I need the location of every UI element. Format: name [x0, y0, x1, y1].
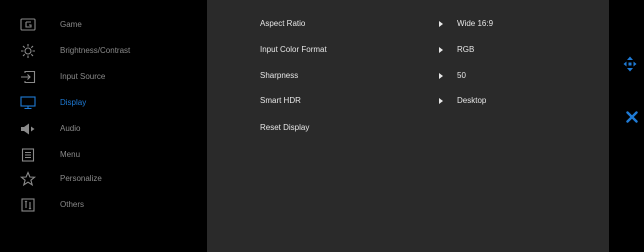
- setting-value: RGB: [457, 45, 475, 54]
- setting-reset-display[interactable]: Reset Display: [207, 116, 609, 140]
- menu-item-audio[interactable]: Audio: [0, 117, 207, 141]
- menu-item-label: Brightness/Contrast: [60, 46, 131, 55]
- setting-smart-hdr[interactable]: Smart HDR Desktop: [207, 89, 609, 113]
- chevron-right-icon: [439, 47, 443, 53]
- speaker-icon: [20, 121, 36, 137]
- navigate-icon[interactable]: [623, 56, 637, 72]
- menu-item-label: Menu: [60, 150, 81, 159]
- menu-item-others[interactable]: Others: [0, 193, 207, 217]
- setting-name: Reset Display: [260, 123, 310, 132]
- star-icon: [20, 171, 36, 187]
- menu-item-label: Input Source: [60, 72, 106, 81]
- game-icon: [20, 17, 36, 33]
- setting-name: Aspect Ratio: [260, 19, 306, 28]
- menu-item-input-source[interactable]: Input Source: [0, 65, 207, 89]
- menu-item-label: Personalize: [60, 174, 102, 183]
- setting-input-color-format[interactable]: Input Color Format RGB: [207, 38, 609, 62]
- setting-name: Smart HDR: [260, 96, 301, 105]
- menu-item-menu[interactable]: Menu: [0, 143, 207, 167]
- menu-item-label: Audio: [60, 124, 81, 133]
- setting-name: Sharpness: [260, 71, 299, 80]
- chevron-right-icon: [439, 21, 443, 27]
- menu-icon: [20, 147, 36, 163]
- main-menu: Game Brightness/Contrast Input Source Di…: [0, 0, 207, 252]
- display-icon: [20, 95, 36, 111]
- setting-value: 50: [457, 71, 466, 80]
- chevron-right-icon: [439, 73, 443, 79]
- menu-item-label: Display: [60, 98, 87, 107]
- menu-item-game[interactable]: Game: [0, 13, 207, 37]
- display-settings-panel: Aspect Ratio Wide 16:9 Input Color Forma…: [207, 0, 609, 252]
- setting-value: Desktop: [457, 96, 487, 105]
- brightness-icon: [20, 43, 36, 59]
- setting-name: Input Color Format: [260, 45, 327, 54]
- setting-aspect-ratio[interactable]: Aspect Ratio Wide 16:9: [207, 12, 609, 36]
- menu-item-brightness-contrast[interactable]: Brightness/Contrast: [0, 39, 207, 63]
- close-icon[interactable]: [626, 110, 640, 124]
- setting-sharpness[interactable]: Sharpness 50: [207, 64, 609, 88]
- menu-item-label: Game: [60, 20, 82, 29]
- setting-value: Wide 16:9: [457, 19, 494, 28]
- others-icon: [20, 197, 36, 213]
- menu-item-display[interactable]: Display: [0, 91, 207, 115]
- input-source-icon: [20, 69, 36, 85]
- menu-item-personalize[interactable]: Personalize: [0, 167, 207, 191]
- chevron-right-icon: [439, 98, 443, 104]
- menu-item-label: Others: [60, 200, 85, 209]
